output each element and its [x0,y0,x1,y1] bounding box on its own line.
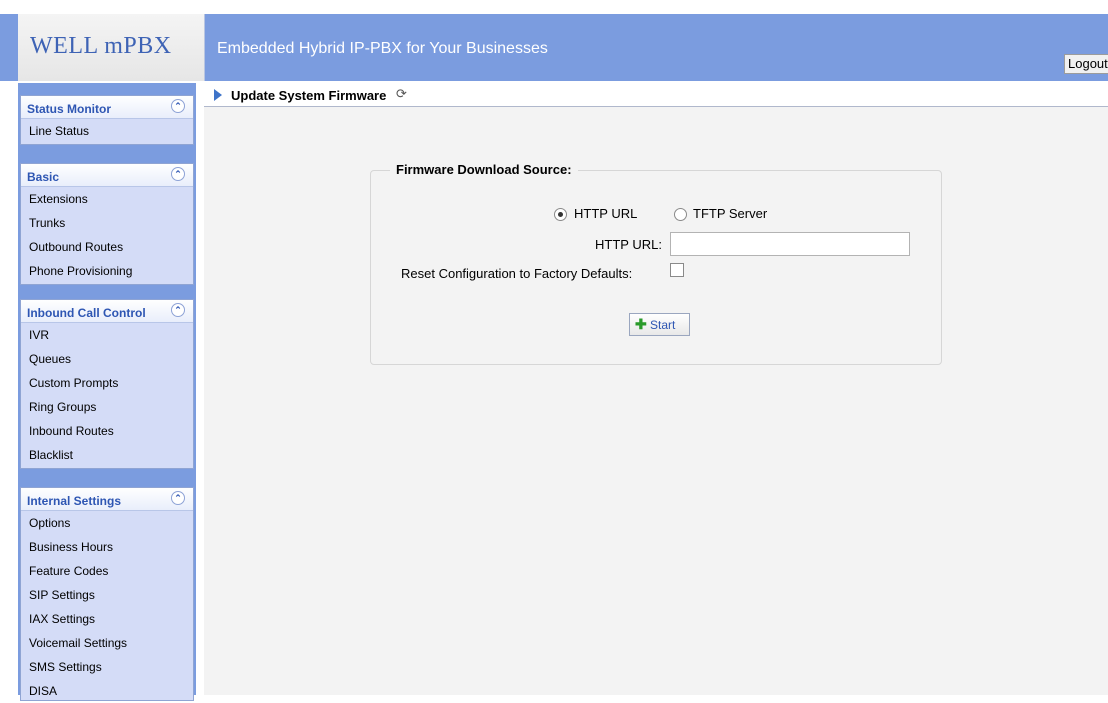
panel-header[interactable]: Internal Settings ⌃ [21,488,193,511]
sidebar-item-phone-provisioning[interactable]: Phone Provisioning [21,259,193,283]
panel-header[interactable]: Basic ⌃ [21,164,193,187]
sidebar-item-custom-prompts[interactable]: Custom Prompts [21,371,193,395]
panel-title: Inbound Call Control [27,306,146,320]
sidebar-item-voicemail-settings[interactable]: Voicemail Settings [21,631,193,655]
sidebar-item-extensions[interactable]: Extensions [21,187,193,211]
sidebar-item-feature-codes[interactable]: Feature Codes [21,559,193,583]
sidebar-item-trunks[interactable]: Trunks [21,211,193,235]
http-url-label: HTTP URL: [595,237,662,252]
tagline: Embedded Hybrid IP-PBX for Your Business… [217,40,548,57]
start-button[interactable]: ✚ Start [629,313,690,336]
refresh-icon[interactable]: ⟳ [396,86,407,102]
sidebar-item-disa[interactable]: DISA [21,679,193,703]
tftp-server-radio[interactable] [674,208,687,221]
panel-title: Status Monitor [27,102,111,116]
sidebar-item-business-hours[interactable]: Business Hours [21,535,193,559]
panel-status-monitor: Status Monitor ⌃ Line Status [20,95,194,145]
http-url-radio[interactable] [554,208,567,221]
logo-box: WELL mPBX [18,14,205,81]
arrow-right-icon [214,89,222,101]
sidebar-item-outbound-routes[interactable]: Outbound Routes [21,235,193,259]
panel-header[interactable]: Status Monitor ⌃ [21,96,193,119]
panel-inbound-call-control: Inbound Call Control ⌃ IVR Queues Custom… [20,299,194,469]
sidebar-item-sip-settings[interactable]: SIP Settings [21,583,193,607]
page-title-bar: Update System Firmware ⟳ [204,84,1108,107]
header-bar: WELL mPBX Embedded Hybrid IP-PBX for You… [0,14,1108,81]
sidebar-item-ring-groups[interactable]: Ring Groups [21,395,193,419]
panel-title: Internal Settings [27,494,122,508]
sidebar-item-options[interactable]: Options [21,511,193,535]
content-area: Firmware Download Source: HTTP URL TFTP … [204,107,1108,695]
reset-factory-checkbox[interactable] [670,263,684,277]
radio-selected-dot [558,212,563,217]
sidebar-item-sms-settings[interactable]: SMS Settings [21,655,193,679]
fieldset-legend: Firmware Download Source: [390,162,578,177]
panel-basic: Basic ⌃ Extensions Trunks Outbound Route… [20,163,194,285]
collapse-icon[interactable]: ⌃ [171,491,185,505]
collapse-icon[interactable]: ⌃ [171,303,185,317]
sidebar: Status Monitor ⌃ Line Status Basic ⌃ Ext… [18,83,196,701]
http-url-input[interactable] [670,232,910,256]
plus-icon: ✚ [635,316,647,332]
collapse-icon[interactable]: ⌃ [171,99,185,113]
collapse-icon[interactable]: ⌃ [171,167,185,181]
http-url-radio-label[interactable]: HTTP URL [574,206,637,221]
sidebar-item-line-status[interactable]: Line Status [21,119,193,143]
logo: WELL mPBX [30,33,172,59]
sidebar-item-iax-settings[interactable]: IAX Settings [21,607,193,631]
sidebar-item-ivr[interactable]: IVR [21,323,193,347]
page-title: Update System Firmware [231,88,387,103]
logout-button[interactable]: Logout [1064,54,1108,74]
sidebar-item-queues[interactable]: Queues [21,347,193,371]
sidebar-item-inbound-routes[interactable]: Inbound Routes [21,419,193,443]
tftp-server-radio-label[interactable]: TFTP Server [693,206,767,221]
sidebar-item-blacklist[interactable]: Blacklist [21,443,193,467]
panel-title: Basic [27,170,60,184]
panel-header[interactable]: Inbound Call Control ⌃ [21,300,193,323]
panel-internal-settings: Internal Settings ⌃ Options Business Hou… [20,487,194,701]
start-button-label: Start [650,318,676,332]
reset-factory-label: Reset Configuration to Factory Defaults: [401,266,633,281]
